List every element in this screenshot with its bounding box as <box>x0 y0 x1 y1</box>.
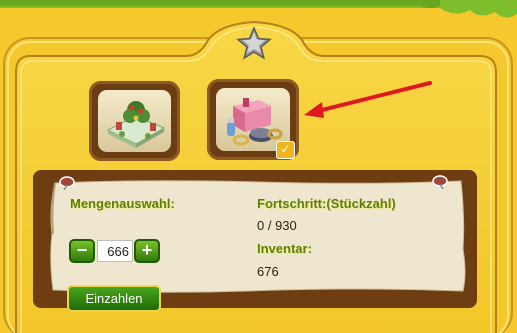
inventory-value: 676 <box>257 264 279 279</box>
increment-button[interactable]: + <box>134 239 160 263</box>
progress-value: 0 / 930 <box>257 218 297 233</box>
tab-garden-decoration-frame <box>98 90 171 152</box>
deposit-button[interactable]: Einzahlen <box>67 285 161 312</box>
red-arrow-icon <box>304 81 432 118</box>
decrement-button[interactable]: − <box>69 239 95 263</box>
star-icon <box>236 26 272 60</box>
quantity-label: Mengenauswahl: <box>70 196 175 211</box>
progress-label: Fortschritt:(Stückzahl) <box>257 196 396 211</box>
tab-garden-decoration[interactable] <box>89 81 180 161</box>
pin-right-icon <box>432 175 448 189</box>
checkmark-icon: ✓ <box>276 141 295 159</box>
garden-decoration-icon <box>106 101 166 148</box>
quantity-input[interactable] <box>97 240 133 262</box>
inventory-label: Inventar: <box>257 241 312 256</box>
pin-left-icon <box>59 176 75 190</box>
